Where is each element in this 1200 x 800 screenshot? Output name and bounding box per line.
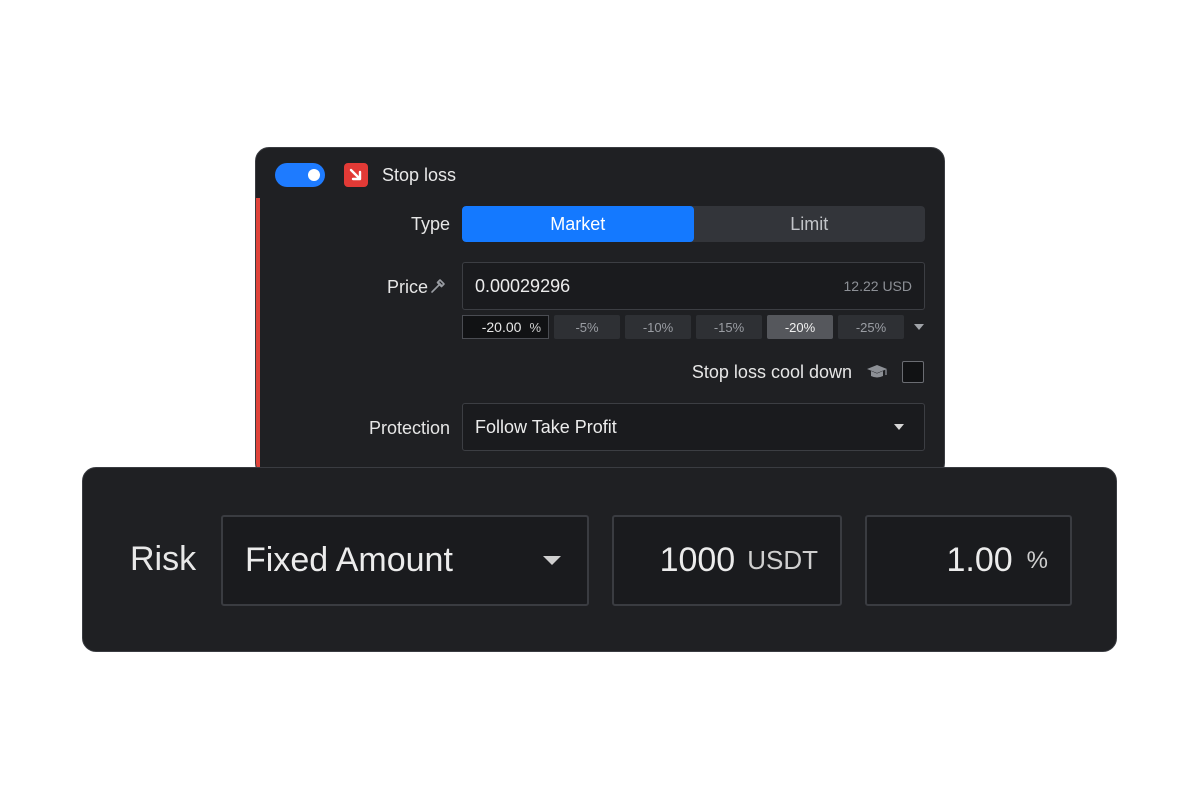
caret-down-icon — [543, 556, 561, 565]
protection-value: Follow Take Profit — [475, 416, 617, 437]
type-limit-button[interactable]: Limit — [694, 206, 926, 242]
risk-mode-select[interactable]: Fixed Amount — [221, 515, 589, 606]
percent-chip-15[interactable]: -15% — [696, 315, 762, 339]
risk-percent-unit: % — [1026, 546, 1048, 574]
percent-input[interactable]: -20.00 % — [462, 315, 549, 339]
stop-loss-accent-bar — [256, 198, 260, 476]
graduation-cap-icon[interactable] — [866, 363, 888, 381]
price-input[interactable]: 0.00029296 12.22 USD — [462, 262, 925, 310]
price-label: Price — [386, 277, 428, 297]
risk-mode-value: Fixed Amount — [245, 541, 453, 579]
protection-select[interactable]: Follow Take Profit — [462, 403, 925, 451]
percent-chip-25[interactable]: -25% — [838, 315, 904, 339]
percent-chip-20[interactable]: -20% — [767, 315, 833, 339]
stop-loss-panel: Stop loss Type Market Limit Price 0.0002… — [255, 147, 945, 477]
stop-loss-title: Stop loss — [382, 164, 457, 185]
cooldown-checkbox[interactable] — [902, 361, 924, 383]
risk-percent-input[interactable]: 1.00 % — [865, 515, 1072, 606]
caret-down-icon[interactable] — [914, 324, 924, 330]
risk-amount-unit: USDT — [747, 545, 818, 575]
order-type-segmented-control: Market Limit — [462, 206, 925, 242]
risk-amount-value: 1000 — [659, 541, 736, 579]
arrow-down-right-icon — [344, 163, 368, 187]
price-usd-value: 12.22 USD — [843, 278, 912, 294]
price-value: 0.00029296 — [475, 275, 571, 296]
percent-chip-10[interactable]: -10% — [625, 315, 691, 339]
type-market-button[interactable]: Market — [462, 206, 694, 242]
toggle-knob — [308, 169, 320, 181]
cooldown-row: Stop loss cool down — [692, 360, 924, 384]
percent-chip-5[interactable]: -5% — [554, 315, 620, 339]
protection-label: Protection — [368, 418, 450, 438]
stop-loss-header: Stop loss — [275, 162, 456, 188]
percent-input-unit: % — [529, 319, 541, 335]
risk-amount-input[interactable]: 1000 USDT — [612, 515, 842, 606]
risk-label: Risk — [130, 540, 197, 578]
percent-row: -20.00 % -5% -10% -15% -20% -25% — [462, 315, 924, 339]
caret-down-icon — [894, 424, 904, 430]
pipette-icon[interactable] — [429, 277, 447, 295]
percent-input-value: -20.00 — [481, 319, 522, 335]
risk-panel: Risk Fixed Amount 1000 USDT 1.00 % — [82, 467, 1117, 652]
risk-percent-value: 1.00 — [946, 541, 1013, 579]
cooldown-label: Stop loss cool down — [691, 361, 852, 382]
stop-loss-toggle[interactable] — [275, 163, 325, 187]
type-label: Type — [410, 214, 450, 234]
